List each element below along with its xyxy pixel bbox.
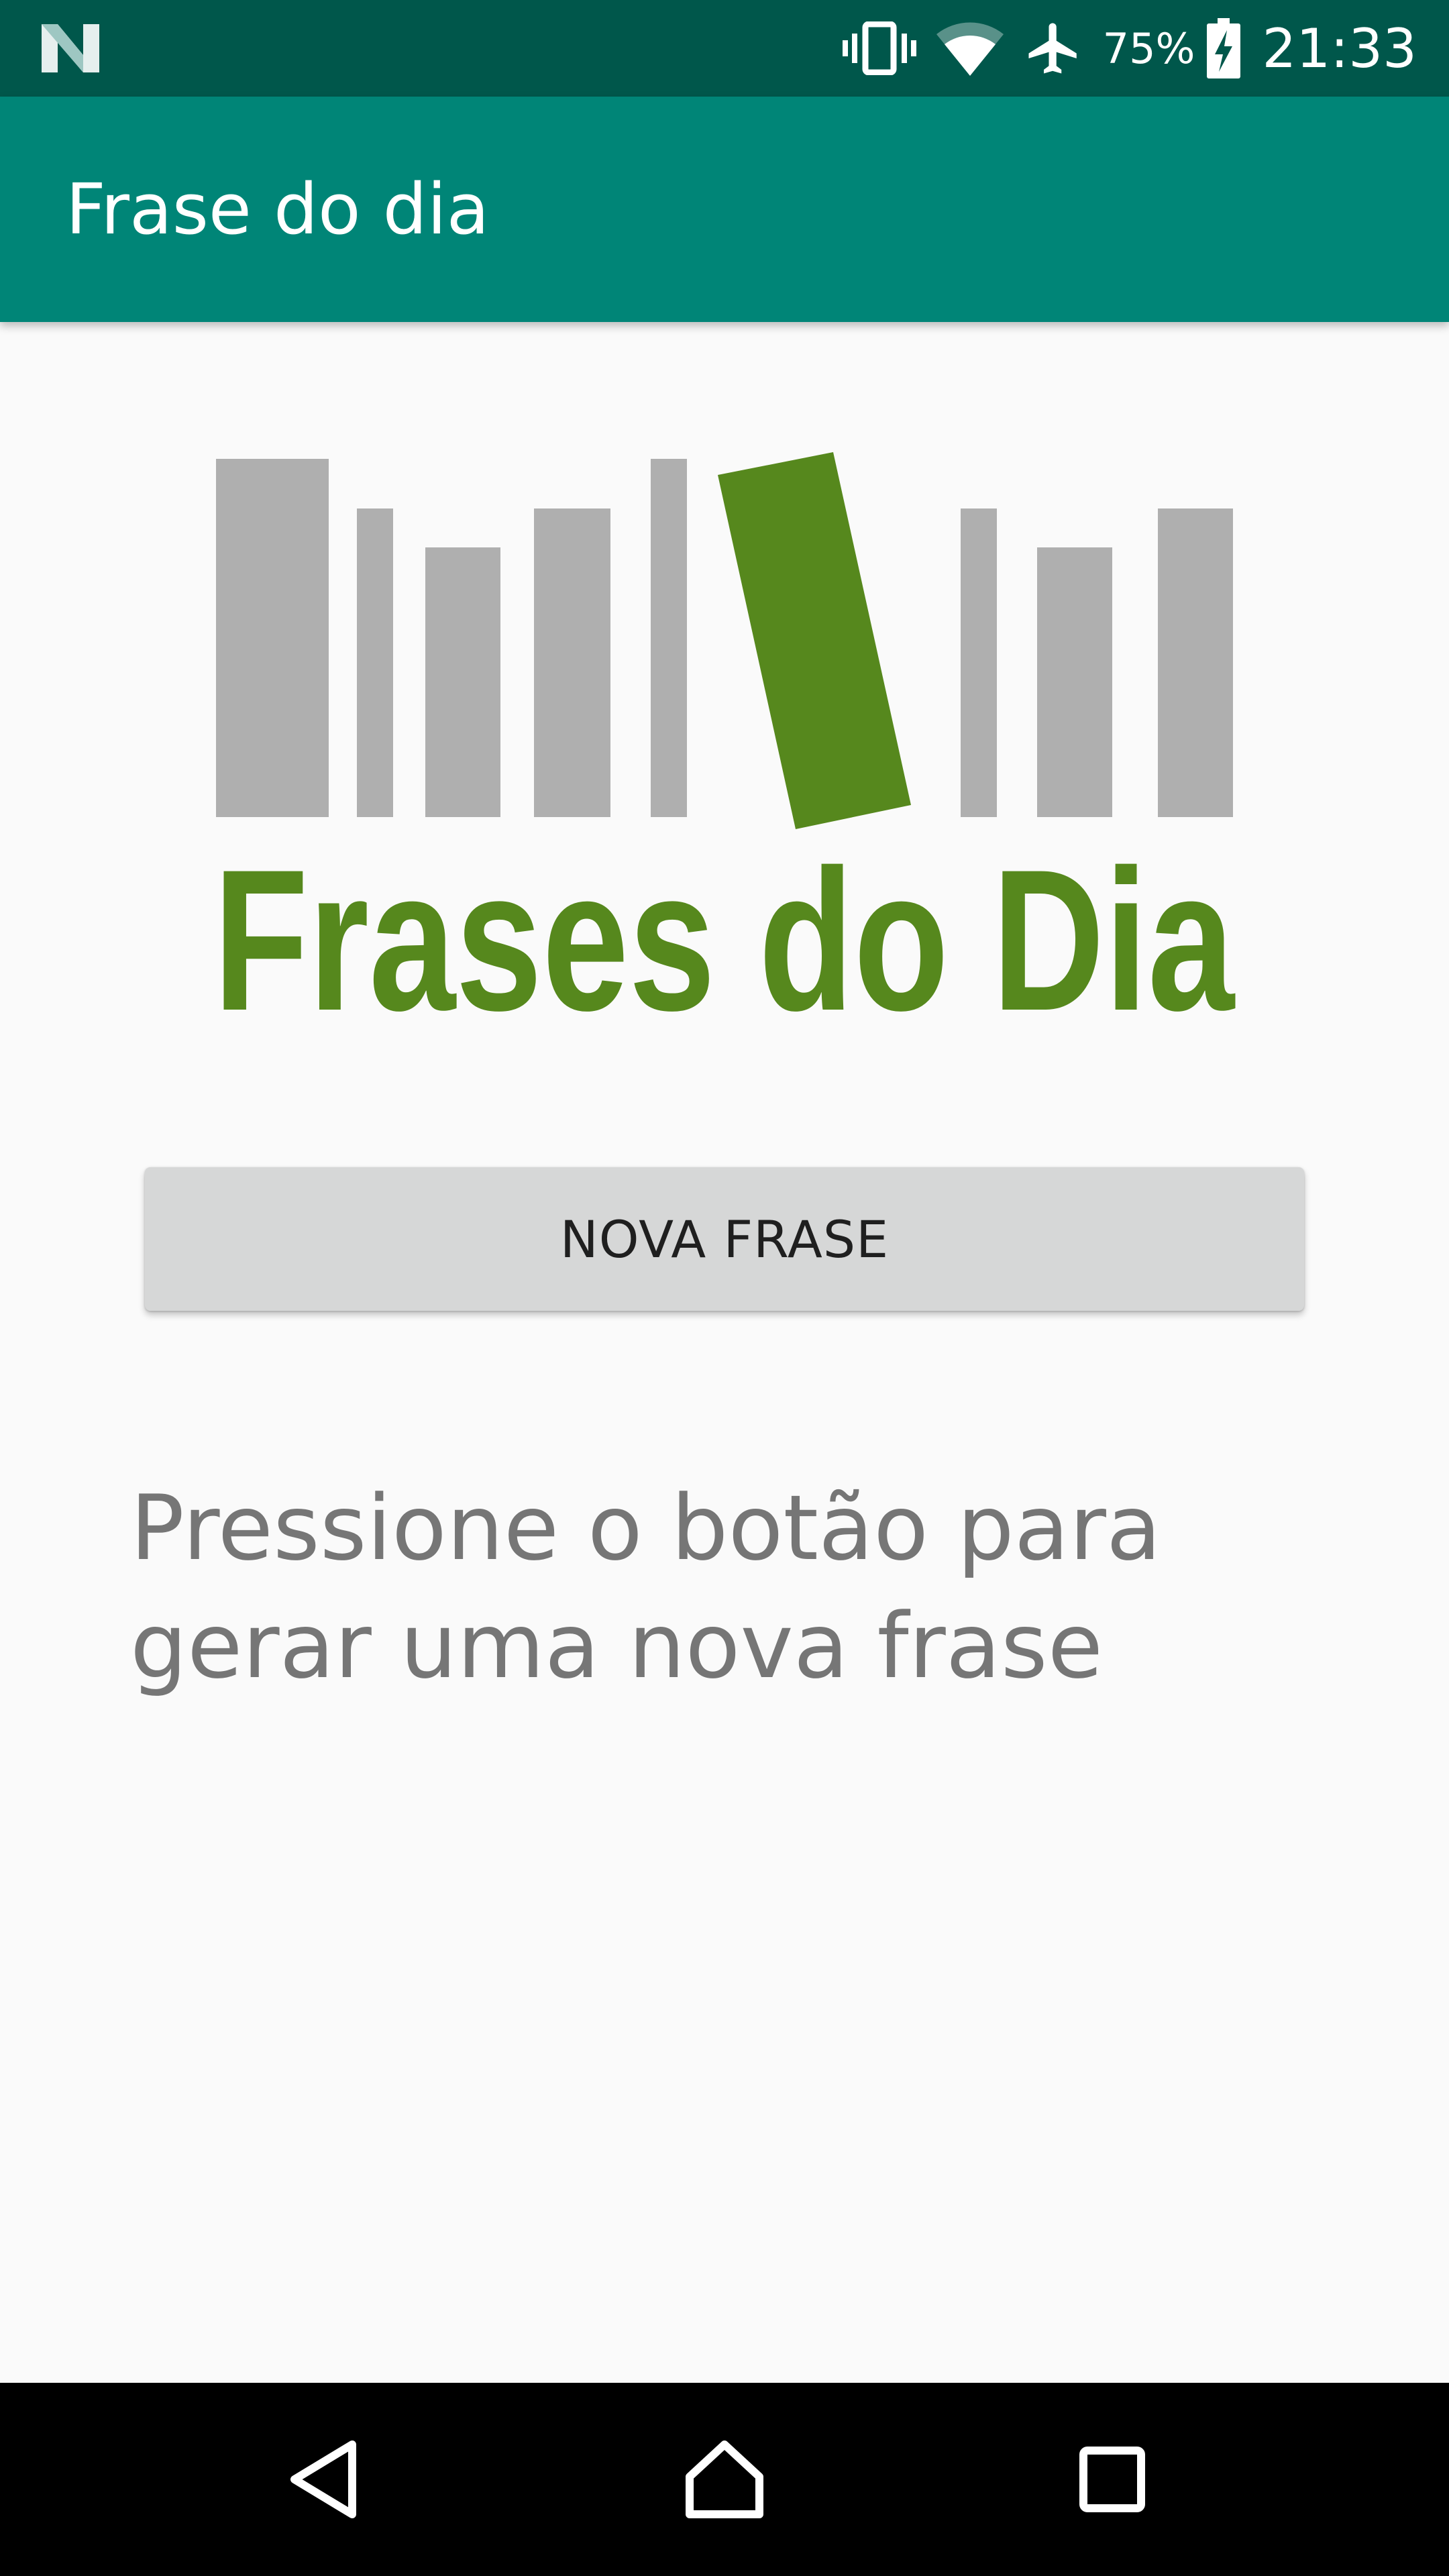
notification-n-icon <box>42 24 99 72</box>
navigation-bar <box>0 2383 1449 2576</box>
phrase-text: Pressione o botão para gerar uma nova fr… <box>130 1476 1162 1699</box>
nova-frase-button[interactable]: NOVA FRASE <box>145 1167 1304 1311</box>
clock: 21:33 <box>1262 17 1417 80</box>
recents-button[interactable] <box>1025 2383 1199 2576</box>
back-icon <box>290 2440 356 2518</box>
battery-percent: 75% <box>1102 23 1195 73</box>
back-button[interactable] <box>236 2383 411 2576</box>
airplane-mode-icon <box>1028 23 1077 74</box>
battery-charging-icon <box>1207 18 1241 78</box>
vibrate-icon <box>842 21 916 75</box>
recents-icon <box>1079 2447 1145 2512</box>
status-bar: 75% 21:33 <box>0 0 1449 97</box>
logo-text: Frases do Dia <box>213 827 1235 1026</box>
home-button[interactable] <box>637 2383 812 2576</box>
app-title: Frase do dia <box>66 168 490 250</box>
home-icon <box>686 2440 763 2518</box>
logo-tilted-book <box>718 452 911 829</box>
frases-do-dia-logo: Frases do Dia <box>213 452 1235 1026</box>
logo-books <box>216 459 1233 817</box>
wifi-icon <box>936 22 1004 76</box>
status-icons: 75% 21:33 <box>842 0 1417 97</box>
app-bar: Frase do dia <box>0 97 1449 322</box>
app-screen: 75% 21:33 Frase do dia Frases do Dia NOV <box>0 0 1449 2576</box>
